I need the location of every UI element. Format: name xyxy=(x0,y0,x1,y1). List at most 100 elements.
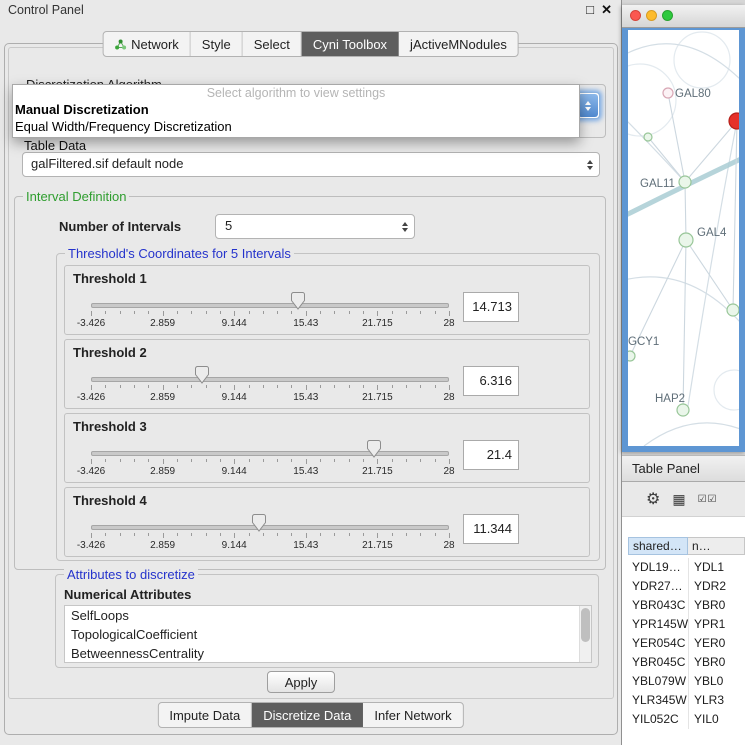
cell-name: YDR2 xyxy=(688,577,745,596)
table-row[interactable]: YBL079WYBL0 xyxy=(622,672,745,691)
slider-ticks xyxy=(91,459,449,465)
slider-handle[interactable] xyxy=(252,514,266,532)
threshold-slider[interactable]: -3.4262.8599.14415.4321.71528 xyxy=(91,414,449,482)
scale-tick-label: 9.144 xyxy=(222,466,247,477)
algorithm-option-manual-discretization[interactable]: Manual Discretization xyxy=(13,101,579,118)
scale-tick-label: 9.144 xyxy=(222,540,247,551)
table-panel-window: Table Panel ⚙ ▦ ☑☑ shared… n… YDL19…YDL1YD… xyxy=(622,455,745,745)
cell-shared-name: YBL079W xyxy=(622,672,688,691)
threshold-value-field[interactable]: 6.316 xyxy=(463,366,519,396)
screen: Control Panel □ ✕ NetworkStyleSelectCyni… xyxy=(0,0,745,745)
network-node[interactable] xyxy=(644,133,652,141)
network-node-gcy1[interactable] xyxy=(628,351,635,361)
table-row[interactable]: YBR043CYBR0 xyxy=(622,596,745,615)
network-node[interactable] xyxy=(727,304,739,316)
cell-name: YIL0 xyxy=(688,710,745,729)
slider-handle[interactable] xyxy=(367,440,381,458)
algorithm-placeholder-option: Select algorithm to view settings xyxy=(13,85,579,101)
scrollbar-thumb[interactable] xyxy=(581,608,590,642)
tab-network[interactable]: Network xyxy=(103,32,191,56)
table-row[interactable]: YLR345WYLR3 xyxy=(622,691,745,710)
table-row[interactable]: YBR045CYBR0 xyxy=(622,653,745,672)
column-header-name[interactable]: n… xyxy=(688,537,745,555)
network-node[interactable] xyxy=(729,113,739,129)
tab-impute-data[interactable]: Impute Data xyxy=(158,703,252,727)
threshold-value-field[interactable]: 11.344 xyxy=(463,514,519,544)
numerical-attribute-item[interactable]: SelfLoops xyxy=(65,606,591,625)
apply-button[interactable]: Apply xyxy=(267,671,335,693)
network-canvas[interactable]: GAL80GAL11GAL4GCY1HAP2 xyxy=(622,28,745,452)
cell-shared-name: YER054C xyxy=(622,634,688,653)
slider-track xyxy=(91,303,449,308)
network-graph[interactable]: GAL80GAL11GAL4GCY1HAP2 xyxy=(628,30,739,446)
scale-tick-label: 15.43 xyxy=(293,540,318,551)
scale-tick-label: 2.859 xyxy=(150,318,175,329)
network-window-titlebar[interactable] xyxy=(622,5,745,28)
network-node-gal4[interactable] xyxy=(679,233,693,247)
scale-tick-label: 28 xyxy=(443,318,454,329)
scale-tick-label: 2.859 xyxy=(150,466,175,477)
table-row[interactable]: YER054CYER0 xyxy=(622,634,745,653)
numerical-attribute-item[interactable]: BetweennessCentrality xyxy=(65,644,591,663)
tab-select[interactable]: Select xyxy=(243,32,302,56)
settings-gear-icon[interactable]: ⚙ xyxy=(646,489,660,509)
scale-tick-label: 9.144 xyxy=(222,318,247,329)
scale-tick-label: -3.426 xyxy=(77,540,105,551)
threshold-value-field[interactable]: 21.4 xyxy=(463,440,519,470)
close-traffic-light-icon[interactable] xyxy=(630,10,641,21)
slider-handle[interactable] xyxy=(195,366,209,384)
zoom-traffic-light-icon[interactable] xyxy=(662,10,673,21)
number-of-intervals-combobox[interactable]: 5 xyxy=(215,214,415,239)
attributes-group-title: Attributes to discretize xyxy=(64,567,198,582)
table-row[interactable]: YDR27…YDR2 xyxy=(622,577,745,596)
network-node-gal80[interactable] xyxy=(663,88,673,98)
algorithm-option-equal-width-frequency[interactable]: Equal Width/Frequency Discretization xyxy=(13,118,579,135)
select-columns-icon[interactable]: ☑☑ xyxy=(698,494,718,505)
cell-name: YER0 xyxy=(688,634,745,653)
minimize-traffic-light-icon[interactable] xyxy=(646,10,657,21)
scale-tick-label: -3.426 xyxy=(77,318,105,329)
cell-name: YDL1 xyxy=(688,558,745,577)
threshold-panel: Threshold 1-3.4262.8599.14415.4321.71528… xyxy=(64,265,590,335)
tab-jactivemnodules[interactable]: jActiveMNodules xyxy=(399,32,518,56)
table-panel-title: Table Panel xyxy=(632,461,700,476)
table-row[interactable]: YIL052CYIL0 xyxy=(622,710,745,729)
table-panel-header: Table Panel xyxy=(622,455,745,482)
threshold-value-field[interactable]: 14.713 xyxy=(463,292,519,322)
float-panel-icon[interactable]: □ xyxy=(586,2,594,17)
column-header-shared-name[interactable]: shared… xyxy=(628,537,688,555)
network-node-label: GCY1 xyxy=(628,336,659,348)
tab-style[interactable]: Style xyxy=(191,32,243,56)
attributes-to-discretize-group: Attributes to discretize Numerical Attri… xyxy=(55,574,599,668)
list-scrollbar[interactable] xyxy=(579,606,591,662)
slider-handle[interactable] xyxy=(291,292,305,310)
numerical-attributes-list[interactable]: SelfLoopsTopologicalCoefficientBetweenne… xyxy=(64,605,592,663)
tab-cyni-toolbox[interactable]: Cyni Toolbox xyxy=(302,32,399,56)
scale-tick-label: 21.715 xyxy=(362,540,393,551)
slider-track xyxy=(91,377,449,382)
table-row[interactable]: YPR145WYPR1 xyxy=(622,615,745,634)
network-node-hap2[interactable] xyxy=(677,404,689,416)
network-node-gal11[interactable] xyxy=(679,176,691,188)
threshold-slider[interactable]: -3.4262.8599.14415.4321.71528 xyxy=(91,266,449,334)
top-tab-bar: NetworkStyleSelectCyni ToolboxjActiveMNo… xyxy=(102,31,519,57)
table-data-combobox[interactable]: galFiltered.sif default node xyxy=(22,152,600,177)
table-row[interactable]: YDL19…YDL1 xyxy=(622,558,745,577)
algorithm-dropdown-popup: Select algorithm to view settings Manual… xyxy=(12,84,580,138)
threshold-slider[interactable]: -3.4262.8599.14415.4321.71528 xyxy=(91,488,449,556)
numerical-attributes-label: Numerical Attributes xyxy=(64,587,191,602)
columns-table-icon[interactable]: ▦ xyxy=(672,491,685,508)
cell-name: YLR3 xyxy=(688,691,745,710)
tab-discretize-data[interactable]: Discretize Data xyxy=(252,703,363,727)
tab-infer-network[interactable]: Infer Network xyxy=(363,703,462,727)
threshold-slider[interactable]: -3.4262.8599.14415.4321.71528 xyxy=(91,340,449,408)
numerical-attribute-item[interactable]: TopologicalCoefficient xyxy=(65,625,591,644)
cell-name: YBL0 xyxy=(688,672,745,691)
slider-track xyxy=(91,451,449,456)
network-node-label: GAL11 xyxy=(640,178,675,190)
slider-ticks xyxy=(91,533,449,539)
scale-tick-label: 15.43 xyxy=(293,392,318,403)
cell-shared-name: YIL052C xyxy=(622,710,688,729)
network-icon xyxy=(114,39,126,50)
close-panel-icon[interactable]: ✕ xyxy=(601,2,612,18)
